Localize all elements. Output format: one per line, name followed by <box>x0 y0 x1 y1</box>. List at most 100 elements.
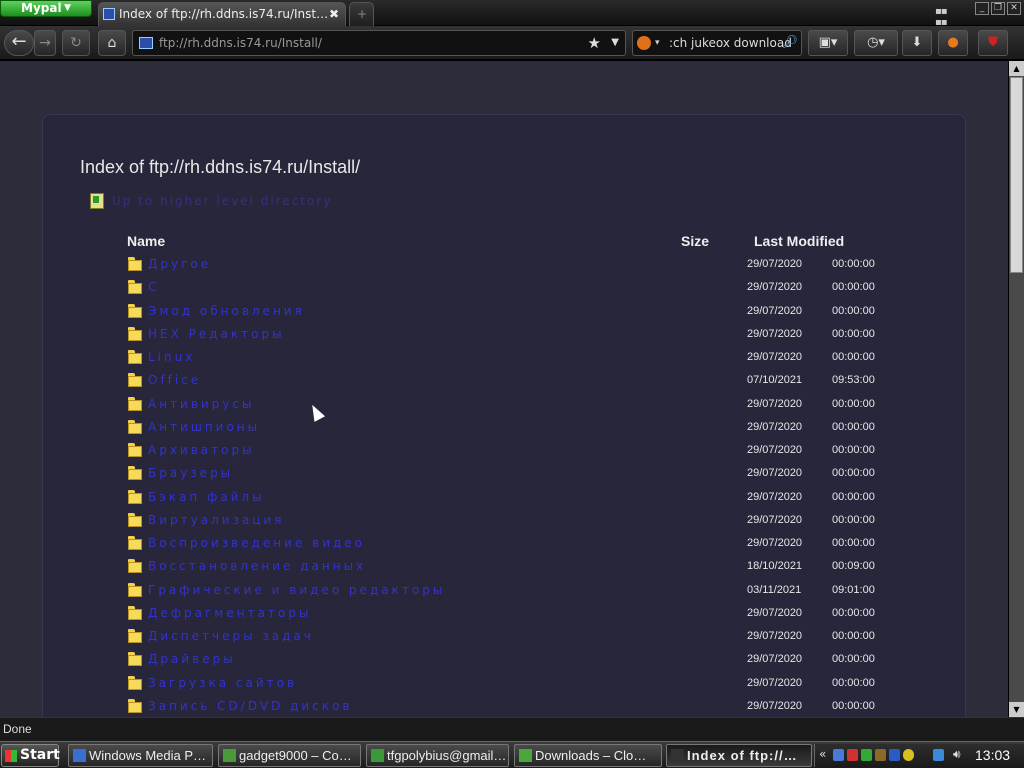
bookmarks-menu-button[interactable]: ▣▾ <box>808 30 848 56</box>
folder-link[interactable]: Восстановление данных <box>148 559 366 573</box>
up-directory-label[interactable]: Up to higher level directory <box>112 194 332 208</box>
folder-icon[interactable] <box>128 257 142 271</box>
column-header-modified[interactable]: Last Modified <box>754 233 844 249</box>
folder-link[interactable]: Другое <box>148 257 211 271</box>
new-tab-button[interactable]: + <box>349 2 374 26</box>
folder-icon[interactable] <box>128 559 142 574</box>
url-dropdown-icon[interactable]: ▼ <box>611 31 619 55</box>
task-app-icon <box>73 749 86 762</box>
app-menu-button[interactable]: Mypal ▼ <box>0 0 92 17</box>
folder-icon[interactable] <box>128 280 142 295</box>
folder-icon[interactable] <box>128 443 142 457</box>
folder-link[interactable]: Office <box>148 373 201 387</box>
folder-link[interactable]: Браузеры <box>148 466 233 480</box>
close-icon[interactable]: ✕ <box>1007 2 1021 15</box>
folder-link[interactable]: Антишпионы <box>148 420 260 434</box>
vertical-scrollbar[interactable]: ▲ ▼ <box>1008 61 1024 717</box>
home-button[interactable]: ⌂ <box>98 30 126 56</box>
engine-dropdown-icon[interactable]: ▾ <box>655 31 660 55</box>
folder-icon[interactable] <box>128 466 142 481</box>
search-engine-icon[interactable] <box>637 36 651 50</box>
folder-link[interactable]: Загрузка сайтов <box>148 676 297 690</box>
search-input[interactable]: :ch jukeox download <box>669 31 792 55</box>
tab-active[interactable]: Index of ftp://rh.ddns.is74.ru/Inst… ✖ <box>98 2 346 26</box>
folder-icon[interactable] <box>128 582 142 597</box>
folder-icon[interactable] <box>128 350 142 364</box>
folder-icon[interactable] <box>128 419 142 434</box>
taskbar-task[interactable]: Downloads – Clo… <box>514 744 662 767</box>
minimize-icon[interactable]: _ <box>975 2 989 15</box>
ublock-button[interactable]: ⛊ <box>978 30 1008 56</box>
folder-icon[interactable] <box>128 512 142 527</box>
folder-link[interactable]: Бэкап файлы <box>148 490 265 504</box>
taskbar-task[interactable]: tfgpolybius@gmail… <box>366 744 509 767</box>
folder-icon[interactable] <box>128 605 142 620</box>
tray-network-monitor-icon[interactable] <box>933 749 944 761</box>
volume-icon[interactable]: 🔊︎ <box>953 747 961 762</box>
history-button[interactable]: ◷▾ <box>854 30 898 56</box>
folder-link[interactable]: С <box>148 280 159 294</box>
start-label: Start <box>20 747 60 763</box>
taskbar-task[interactable]: Index of ftp://… <box>666 744 812 767</box>
downloads-button[interactable]: ⬇ <box>902 30 932 56</box>
folder-icon[interactable] <box>128 326 142 341</box>
folder-link[interactable]: Диспетчеры задач <box>148 629 314 643</box>
folder-icon[interactable] <box>128 489 142 504</box>
scroll-thumb[interactable] <box>1010 77 1023 273</box>
addon-button[interactable]: ● <box>938 30 968 56</box>
tray-antivirus-icon[interactable] <box>847 749 858 761</box>
taskbar-task[interactable]: Windows Media P… <box>68 744 213 767</box>
folder-icon[interactable] <box>128 373 142 388</box>
search-magnifier-icon[interactable]: 🔎︎ <box>781 31 798 55</box>
scroll-up-icon[interactable]: ▲ <box>1009 61 1024 76</box>
start-button[interactable]: Start <box>1 744 60 767</box>
tab-list-icon[interactable]: ▪▪ ▪▪ <box>935 6 948 28</box>
folder-link[interactable]: Архиваторы <box>148 443 255 457</box>
back-button[interactable]: ← <box>4 30 34 56</box>
folder-icon[interactable] <box>128 698 142 713</box>
folder-icon[interactable] <box>128 303 142 318</box>
navigation-toolbar: ← → ↻ ⌂ ftp://rh.ddns.is74.ru/Install/ ★… <box>0 26 1024 60</box>
forward-button[interactable]: → <box>34 30 56 56</box>
folder-link[interactable]: Воспроизведение видео <box>148 536 365 550</box>
clock[interactable]: 13:03 <box>975 744 1010 767</box>
tray-app-icon-2[interactable] <box>875 749 886 761</box>
folder-link[interactable]: Драйверы <box>148 652 236 666</box>
folder-link[interactable]: Linux <box>148 350 195 364</box>
system-tray: « 🔊︎ 13:03 <box>814 744 1024 767</box>
folder-link[interactable]: HEX Редакторы <box>148 327 285 341</box>
tray-bluetooth-icon[interactable] <box>889 749 900 761</box>
bookmark-star-icon[interactable]: ★ <box>588 31 601 55</box>
folder-icon[interactable] <box>128 652 142 667</box>
tray-app-icon[interactable] <box>833 749 844 761</box>
folder-icon[interactable] <box>128 396 142 411</box>
folder-icon[interactable] <box>128 536 142 550</box>
url-text[interactable]: ftp://rh.ddns.is74.ru/Install/ <box>159 31 322 55</box>
table-row: Воспроизведение видео 29/07/2020 00:00:00 <box>0 535 1000 558</box>
reload-button[interactable]: ↻ <box>62 30 90 56</box>
folder-link[interactable]: Антивирусы <box>148 397 255 411</box>
restore-icon[interactable]: ❐ <box>991 2 1005 15</box>
modified-date: 03/11/2021 <box>747 583 802 596</box>
folder-link[interactable]: Дефрагментаторы <box>148 606 311 620</box>
folder-icon[interactable] <box>128 629 142 643</box>
pin-icon[interactable]: ✖ <box>329 3 339 25</box>
table-row: Бэкап файлы 29/07/2020 00:00:00 <box>0 489 1000 512</box>
table-row: Виртуализация 29/07/2020 00:00:00 <box>0 512 1000 535</box>
folder-link[interactable]: Графические и видео редакторы <box>148 583 445 597</box>
column-header-size[interactable]: Size <box>681 233 709 249</box>
taskbar-task[interactable]: gadget9000 – Co… <box>218 744 361 767</box>
search-bar[interactable]: ▾ :ch jukeox download 🔎︎ <box>632 30 802 56</box>
folder-link[interactable]: Эмод обновления <box>148 304 305 318</box>
folder-link[interactable]: Виртуализация <box>148 513 284 527</box>
folder-icon[interactable] <box>128 675 142 690</box>
modified-date: 07/10/2021 <box>747 374 803 387</box>
tray-network-icon[interactable] <box>861 749 872 761</box>
column-header-name[interactable]: Name <box>127 233 165 249</box>
scroll-down-icon[interactable]: ▼ <box>1009 702 1024 717</box>
tray-expand-icon[interactable]: « <box>819 747 826 761</box>
modified-time: 00:00:00 <box>832 420 875 433</box>
url-bar[interactable]: ftp://rh.ddns.is74.ru/Install/ ★ ▼ <box>132 30 626 56</box>
tray-app-icon-3[interactable] <box>903 749 914 761</box>
folder-link[interactable]: Запись CD/DVD дисков <box>148 699 353 713</box>
